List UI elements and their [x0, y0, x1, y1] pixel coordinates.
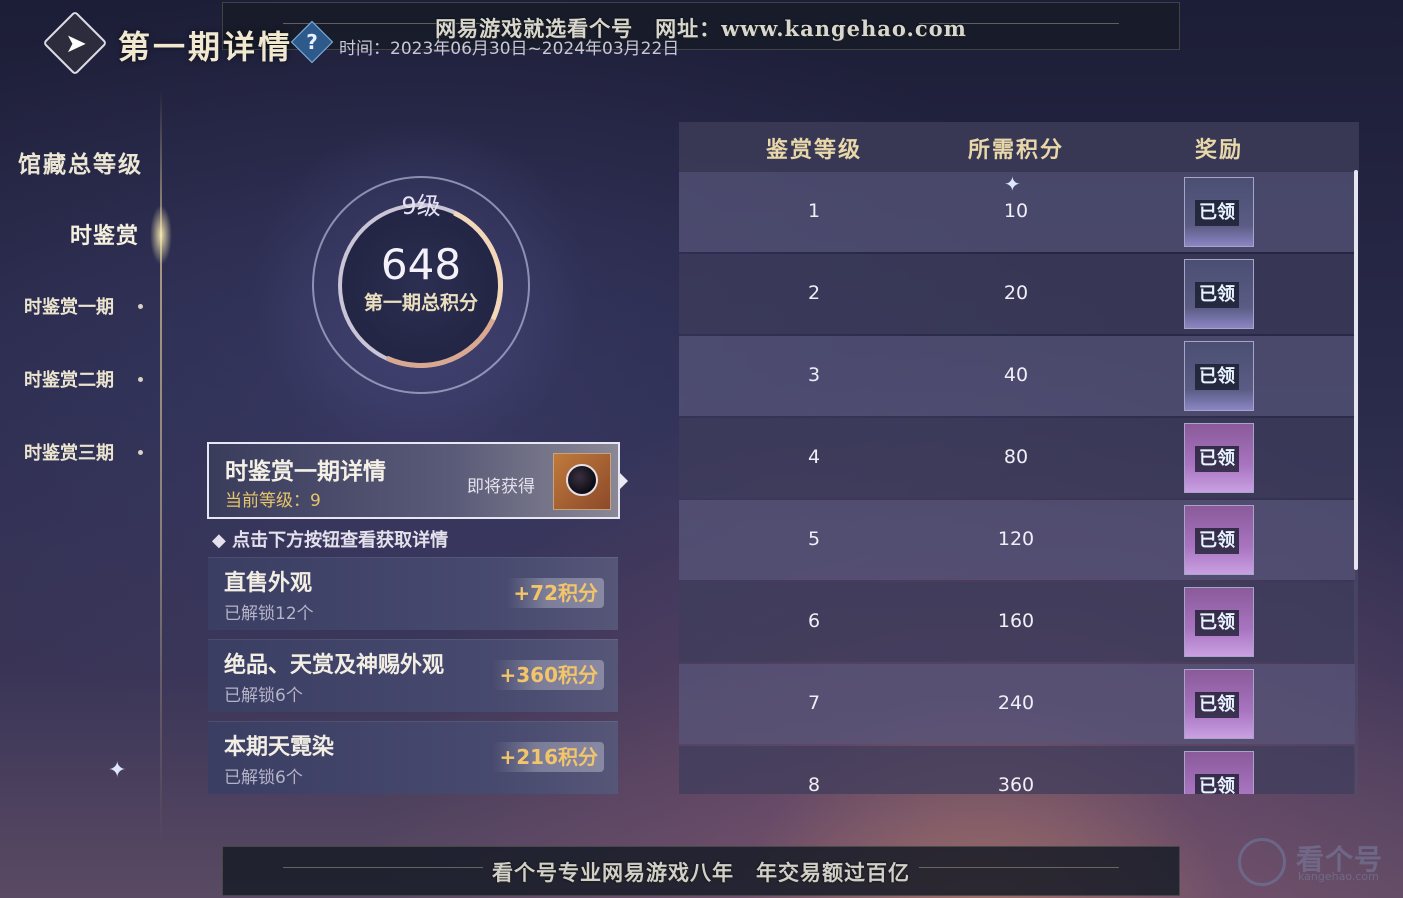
- table-row: 8 360 已领: [679, 746, 1355, 794]
- table-header: 鉴赏等级 所需积分 奖励: [679, 122, 1359, 172]
- nav-collection-total-level[interactable]: 馆藏总等级: [18, 145, 143, 179]
- nav-item-period-1[interactable]: 时鉴赏一期: [24, 293, 114, 319]
- nav-divider-line: [160, 90, 162, 840]
- reward-table[interactable]: 鉴赏等级 所需积分 奖励 1 10 已领 2 20 已领 3 40 已领 4 80 已领 5 120 已领 6…: [679, 122, 1359, 794]
- header-level: 鉴赏等级: [765, 137, 862, 163]
- period-time: 时间：2023年06月30日~2024年03月22日: [339, 39, 680, 59]
- nav-item-period-3[interactable]: 时鉴赏三期: [24, 439, 114, 465]
- category-unlocked: 已解锁6个: [224, 686, 303, 706]
- detail-current-level: 当前等级：9: [225, 491, 321, 511]
- row-points: 360: [997, 774, 1035, 794]
- table-row: 6 160 已领: [679, 582, 1355, 662]
- reward-claimed-label: 已领: [1195, 282, 1239, 308]
- hint-text: ◆ 点击下方按钮查看获取详情: [212, 530, 449, 551]
- row-level: 6: [807, 610, 821, 632]
- sparkle-icon: ✦: [108, 758, 127, 783]
- category-bonus: +360积分: [493, 660, 604, 690]
- row-points: 10: [1003, 200, 1029, 222]
- score-label: 第一期总积分: [363, 292, 478, 314]
- sparkle-icon: ✦: [1004, 172, 1021, 196]
- row-level: 8: [807, 774, 821, 794]
- score-total: 648: [380, 240, 462, 289]
- period-detail-card[interactable]: 时鉴赏一期详情 当前等级：9 即将获得: [207, 442, 620, 519]
- category-unlocked: 已解锁6个: [224, 768, 303, 788]
- category-direct-sale[interactable]: 直售外观 已解锁12个 +72积分: [208, 557, 618, 630]
- category-dye[interactable]: 本期天霓染 已解锁6个 +216积分: [208, 721, 618, 794]
- nav-dot: [138, 450, 143, 455]
- category-title: 直售外观: [224, 570, 313, 596]
- reward-item[interactable]: 已领: [1184, 669, 1254, 739]
- reward-item[interactable]: 已领: [1184, 177, 1254, 247]
- back-arrow-icon[interactable]: ➤: [56, 24, 96, 64]
- hint-label: 点击下方按钮查看获取详情: [232, 530, 449, 551]
- category-bonus: +72积分: [507, 578, 604, 608]
- category-premium[interactable]: 绝品、天赏及神赐外观 已解锁6个 +360积分: [208, 639, 618, 712]
- table-row: 4 80 已领: [679, 418, 1355, 498]
- table-scrollbar-thumb[interactable]: [1354, 170, 1358, 570]
- page-title: 第一期详情: [118, 28, 294, 66]
- banner-bottom-text: 看个号专业网易游戏八年 年交易额过百亿: [492, 860, 910, 885]
- category-bonus: +216积分: [493, 742, 604, 772]
- reward-claimed-label: 已领: [1195, 774, 1239, 794]
- row-level: 4: [807, 446, 821, 468]
- row-level: 2: [807, 282, 821, 304]
- reward-orb-icon: [566, 464, 598, 496]
- category-title: 本期天霓染: [224, 734, 335, 760]
- reward-claimed-label: 已领: [1195, 692, 1239, 718]
- row-points: 160: [997, 610, 1035, 632]
- reward-item[interactable]: 已领: [1184, 423, 1254, 493]
- reward-item[interactable]: 已领: [1184, 505, 1254, 575]
- row-level: 5: [807, 528, 821, 550]
- table-row: 5 120 已领: [679, 500, 1355, 580]
- table-row: 7 240 已领: [679, 664, 1355, 744]
- reward-claimed-label: 已领: [1195, 200, 1239, 226]
- watermark-logo-icon: [1238, 838, 1286, 886]
- nav-dot: [138, 304, 143, 309]
- score-level: 9级: [401, 192, 441, 220]
- question-icon[interactable]: ?: [297, 27, 327, 57]
- nav-dot: [138, 377, 143, 382]
- reward-claimed-label: 已领: [1195, 446, 1239, 472]
- table-row: 2 20 已领: [679, 254, 1355, 334]
- caret-right-icon: [620, 473, 628, 489]
- reward-item[interactable]: 已领: [1184, 587, 1254, 657]
- category-unlocked: 已解锁12个: [224, 604, 314, 624]
- row-points: 40: [1003, 364, 1029, 386]
- nav-item-period-2[interactable]: 时鉴赏二期: [24, 366, 114, 392]
- watermark-url: kangehao.com: [1298, 870, 1379, 883]
- row-points: 120: [997, 528, 1035, 550]
- row-level: 3: [807, 364, 821, 386]
- row-level: 1: [807, 200, 821, 222]
- category-title: 绝品、天赏及神赐外观: [224, 652, 445, 678]
- row-points: 80: [1003, 446, 1029, 468]
- detail-upcoming-label: 即将获得: [467, 477, 535, 497]
- reward-claimed-label: 已领: [1195, 528, 1239, 554]
- header-reward: 奖励: [1194, 137, 1243, 163]
- header-points: 所需积分: [967, 137, 1064, 163]
- row-points: 20: [1003, 282, 1029, 304]
- nav-selection-glow: [150, 205, 172, 265]
- reward-item[interactable]: 已领: [1184, 259, 1254, 329]
- table-row: 3 40 已领: [679, 336, 1355, 416]
- reward-item[interactable]: 已领: [1184, 751, 1254, 794]
- reward-item[interactable]: 已领: [1184, 341, 1254, 411]
- table-scrollbar-track[interactable]: [1354, 570, 1358, 794]
- detail-title: 时鉴赏一期详情: [225, 458, 386, 485]
- reward-claimed-label: 已领: [1195, 364, 1239, 390]
- bottom-banner: 看个号专业网易游戏八年 年交易额过百亿: [222, 846, 1180, 896]
- reward-claimed-label: 已领: [1195, 610, 1239, 636]
- row-points: 240: [997, 692, 1035, 714]
- nav-category-shijianshang[interactable]: 时鉴赏: [70, 218, 139, 250]
- row-level: 7: [807, 692, 821, 714]
